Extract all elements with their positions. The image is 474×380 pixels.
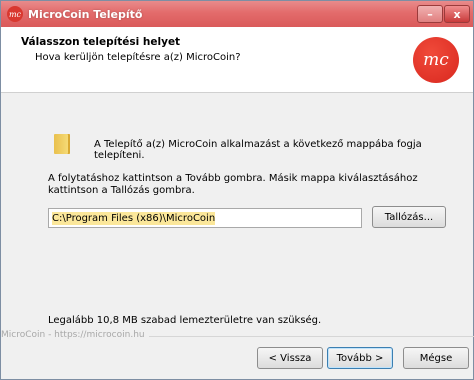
microcoin-icon: mc	[7, 6, 23, 22]
next-button[interactable]: Tovább >	[327, 347, 393, 369]
close-button[interactable]: x	[444, 5, 470, 23]
back-button[interactable]: < Vissza	[257, 347, 323, 369]
cancel-button[interactable]: Mégse	[403, 347, 469, 369]
browse-button[interactable]: Tallózás...	[372, 206, 446, 228]
instruction-text: A folytatáshoz kattintson a Tovább gombr…	[48, 173, 418, 196]
window-title: MicroCoin Telepítő	[28, 7, 143, 21]
install-path-value: C:\Program Files (x86)\MicroCoin	[52, 211, 216, 225]
wizard-content: A Telepítő a(z) MicroCoin alkalmazást a …	[1, 93, 473, 349]
install-path-input[interactable]: C:\Program Files (x86)\MicroCoin	[48, 208, 362, 228]
brand-text: MicroCoin - https://microcoin.hu	[1, 330, 149, 340]
microcoin-logo: mc	[413, 37, 459, 83]
minimize-button[interactable]: –	[417, 5, 443, 23]
installer-window: mc MicroCoin Telepítő – x Válasszon tele…	[0, 0, 474, 380]
page-subtitle: Hova kerüljön telepítésre a(z) MicroCoin…	[35, 52, 241, 63]
page-title: Válasszon telepítési helyet	[21, 36, 181, 48]
disk-space-text: Legalább 10,8 MB szabad lemezterületre v…	[48, 315, 322, 326]
install-info-text: A Telepítő a(z) MicroCoin alkalmazást a …	[94, 139, 422, 161]
title-bar[interactable]: mc MicroCoin Telepítő – x	[1, 1, 473, 27]
wizard-header: Válasszon telepítési helyet Hova kerüljö…	[1, 27, 473, 93]
folder-icon	[54, 134, 70, 154]
